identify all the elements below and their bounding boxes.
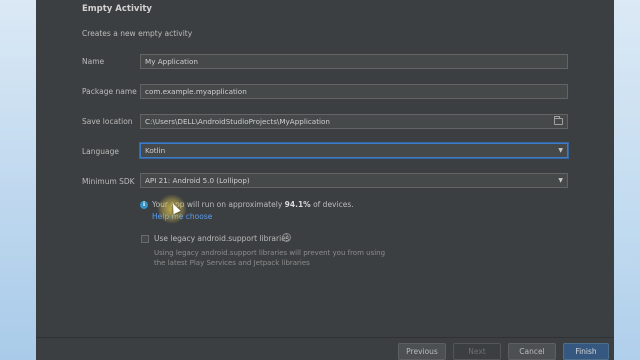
- name-field[interactable]: My Application: [140, 54, 568, 69]
- language-label: Language: [82, 147, 120, 156]
- finish-button[interactable]: Finish: [563, 343, 609, 360]
- device-coverage-suffix: of devices.: [310, 200, 354, 209]
- save-location-label: Save location: [82, 117, 133, 126]
- cancel-button[interactable]: Cancel: [508, 343, 556, 360]
- minimum-sdk-select-value: API 21: Android 5.0 (Lollipop): [145, 176, 250, 185]
- name-label: Name: [82, 57, 105, 66]
- chevron-down-icon[interactable]: ▼: [558, 144, 563, 157]
- help-icon[interactable]: ?: [282, 233, 291, 242]
- wizard-title: Empty Activity: [82, 4, 152, 14]
- minimum-sdk-label: Minimum SDK: [82, 177, 135, 186]
- package-name-field[interactable]: com.example.myapplication: [140, 84, 568, 99]
- device-coverage-percent: 94.1%: [284, 200, 311, 209]
- language-select[interactable]: Kotlin ▼: [140, 143, 568, 158]
- save-location-field[interactable]: C:\Users\DELL\AndroidStudioProjects\MyAp…: [140, 114, 568, 129]
- legacy-support-label[interactable]: Use legacy android.support libraries: [154, 234, 290, 243]
- previous-button[interactable]: Previous: [398, 343, 446, 360]
- footer-divider: [36, 337, 614, 338]
- package-name-label: Package name: [82, 87, 137, 96]
- wizard-subtitle: Creates a new empty activity: [82, 29, 193, 38]
- next-button[interactable]: Next: [453, 343, 501, 360]
- save-location-field-value: C:\Users\DELL\AndroidStudioProjects\MyAp…: [145, 117, 330, 126]
- desktop-background-left: [0, 0, 36, 360]
- desktop-background-right: [614, 0, 640, 360]
- name-field-value: My Application: [145, 57, 198, 66]
- folder-icon[interactable]: [554, 116, 563, 125]
- language-select-value: Kotlin: [145, 146, 166, 155]
- info-icon: i: [140, 201, 148, 209]
- package-name-field-value: com.example.myapplication: [145, 87, 247, 96]
- minimum-sdk-select[interactable]: API 21: Android 5.0 (Lollipop) ▼: [140, 173, 568, 188]
- legacy-support-checkbox[interactable]: [141, 235, 149, 243]
- chevron-down-icon[interactable]: ▼: [558, 174, 563, 187]
- legacy-support-description: Using legacy android.support libraries w…: [154, 249, 386, 267]
